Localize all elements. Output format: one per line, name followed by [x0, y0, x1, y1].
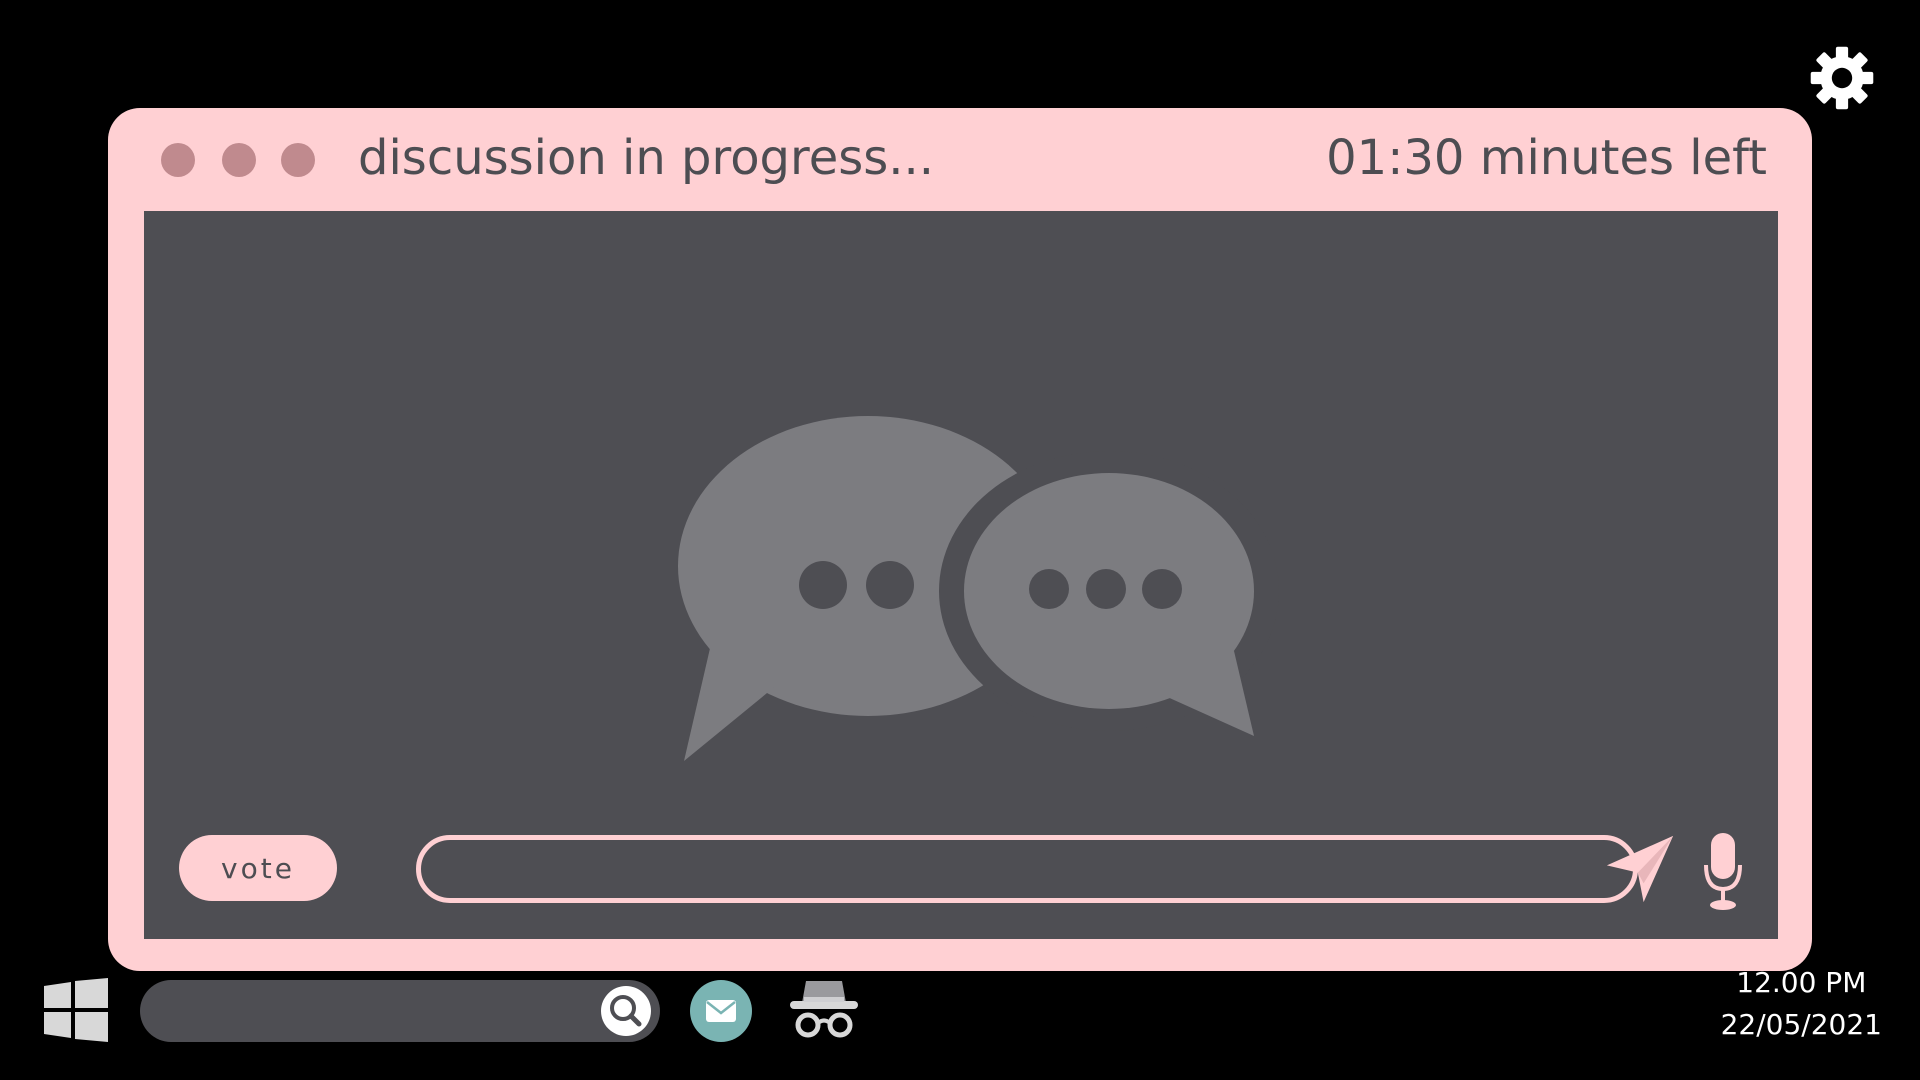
search-input[interactable] — [164, 980, 588, 1044]
window-title: discussion in progress... — [358, 130, 935, 186]
vote-button[interactable]: vote — [179, 835, 337, 901]
discussion-panel: vote — [144, 211, 1778, 939]
incognito-icon[interactable] — [788, 975, 860, 1041]
window-maximize-dot[interactable] — [281, 143, 315, 177]
desktop: discussion in progress... 01:30 minutes … — [0, 0, 1920, 1080]
chat-bubbles-icon — [678, 416, 1279, 761]
window-minimize-dot[interactable] — [222, 143, 256, 177]
envelope-icon — [706, 1000, 736, 1022]
message-input[interactable] — [416, 835, 1638, 903]
windows-logo-icon[interactable] — [44, 978, 108, 1042]
paper-plane-icon[interactable] — [1604, 833, 1676, 905]
search-button[interactable] — [601, 986, 651, 1036]
clock-date: 22/05/2021 — [1720, 1008, 1882, 1041]
window-close-dot[interactable] — [161, 143, 195, 177]
system-clock: 12.00 PM 22/05/2021 — [1721, 962, 1882, 1046]
countdown-timer: 01:30 minutes left — [1326, 130, 1767, 186]
discussion-window: discussion in progress... 01:30 minutes … — [108, 108, 1812, 971]
clock-time: 12.00 PM — [1736, 966, 1867, 999]
taskbar-search-bar[interactable] — [140, 980, 660, 1044]
microphone-icon[interactable] — [1702, 831, 1744, 911]
window-titlebar: discussion in progress... 01:30 minutes … — [108, 108, 1812, 210]
gear-icon[interactable] — [1808, 44, 1876, 112]
mail-app-button[interactable] — [690, 980, 752, 1042]
magnifier-icon — [610, 995, 642, 1027]
